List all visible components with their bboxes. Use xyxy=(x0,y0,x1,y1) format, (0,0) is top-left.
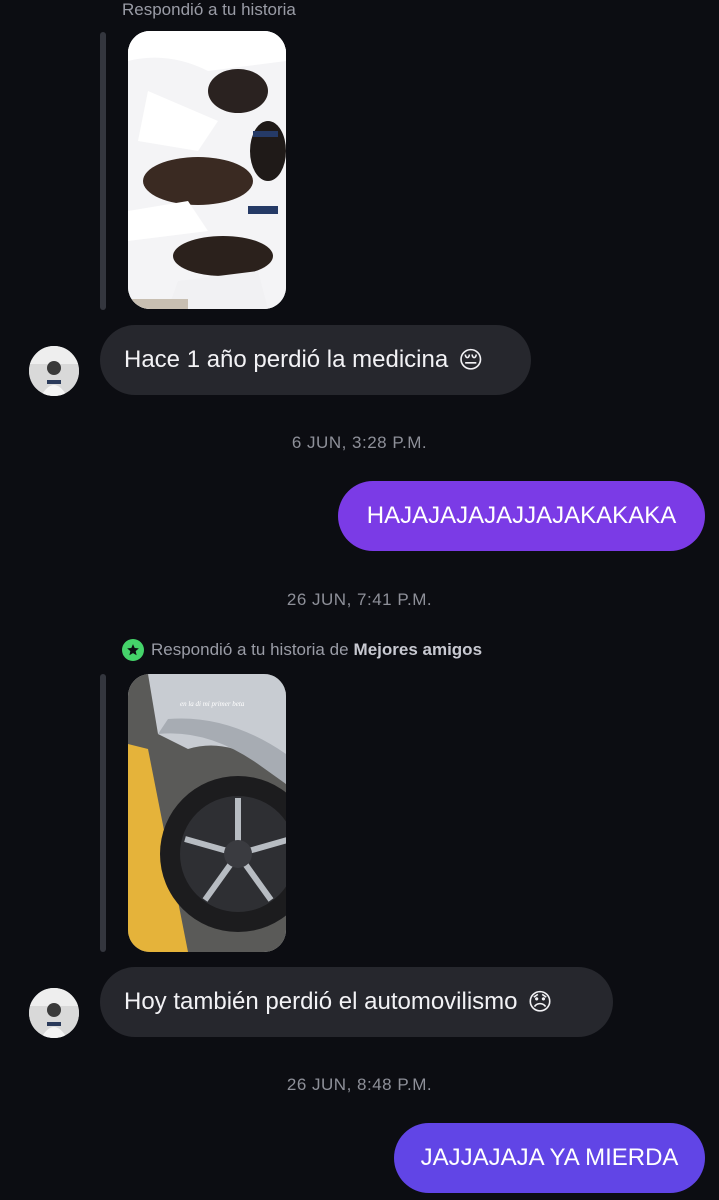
reply-indicator-bar xyxy=(100,32,106,310)
timestamp-divider: 26 JUN, 8:48 P.M. xyxy=(286,1075,433,1094)
disappointed-emoji-icon: 😞 xyxy=(527,988,553,1016)
timestamp-divider: 26 JUN, 7:41 P.M. xyxy=(286,590,433,609)
contact-avatar[interactable] xyxy=(29,346,79,396)
outgoing-message-bubble[interactable]: JAJJAJAJA YA MIERDA xyxy=(394,1123,705,1193)
pensive-emoji-icon: 😔 xyxy=(458,346,484,374)
story-thumbnail[interactable] xyxy=(128,31,286,309)
best-friends-label: Mejores amigos xyxy=(353,640,483,659)
story-reply-label-text: Respondió a tu historia de xyxy=(151,640,349,659)
timestamp-divider: 6 JUN, 3:28 P.M. xyxy=(291,433,428,452)
contact-avatar[interactable] xyxy=(29,988,79,1038)
reply-indicator-bar xyxy=(100,674,106,952)
message-text: Hace 1 año perdió la medicina xyxy=(124,346,449,373)
incoming-message-bubble[interactable]: Hace 1 año perdió la medicina 😔 xyxy=(100,325,531,395)
story-reply-label: Respondió a tu historia de Mejores amigo… xyxy=(122,639,482,661)
star-glyph-icon xyxy=(127,644,139,656)
avatar-image xyxy=(29,346,79,396)
story-image-car-wheel: en la di mi primer beta xyxy=(128,674,286,952)
story-image-graduates xyxy=(128,31,286,309)
story-thumbnail[interactable]: en la di mi primer beta xyxy=(128,674,286,952)
message-text: Hoy también perdió el automovilismo xyxy=(124,988,518,1015)
story-reply-label-text: Respondió a tu historia xyxy=(122,0,296,19)
message-text: HAJAJAJAJAJJAJAKAKAKA xyxy=(366,502,677,529)
incoming-message-bubble[interactable]: Hoy también perdió el automovilismo 😞 xyxy=(100,967,613,1037)
outgoing-message-bubble[interactable]: HAJAJAJAJAJJAJAKAKAKA xyxy=(338,481,705,551)
story-reply-label: Respondió a tu historia xyxy=(122,0,296,20)
best-friends-star-icon xyxy=(122,639,144,661)
story-caption: en la di mi primer beta xyxy=(180,700,245,708)
avatar-image xyxy=(29,988,79,1038)
message-text: JAJJAJAJA YA MIERDA xyxy=(420,1144,679,1171)
